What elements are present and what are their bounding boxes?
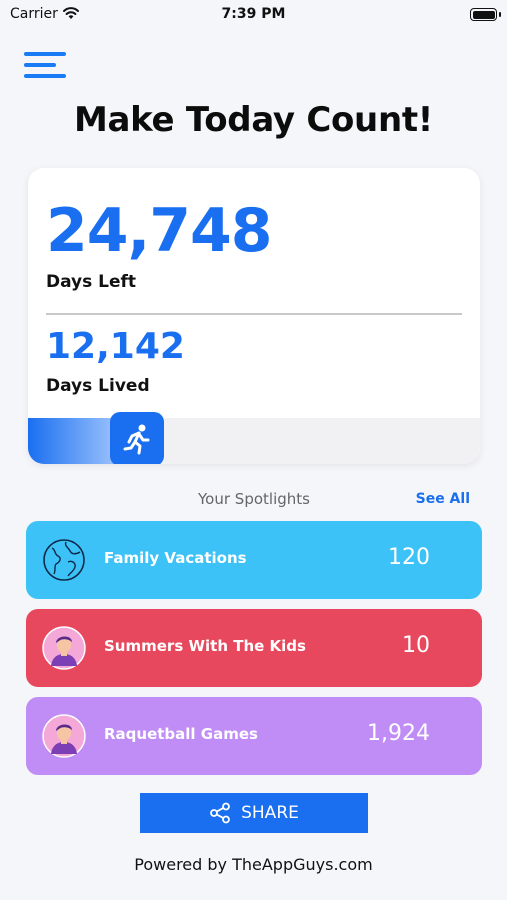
battery-cap [499, 12, 501, 17]
clock: 7:39 PM [221, 6, 286, 22]
life-progress-bar [28, 412, 480, 464]
divider [46, 313, 462, 315]
see-all-link[interactable]: See All [416, 491, 470, 507]
stats-card: 24,748 Days Left 12,142 Days Lived [28, 168, 480, 464]
spotlights-header: Your Spotlights See All [26, 490, 482, 512]
spotlight-count: 120 [388, 545, 430, 570]
spotlight-count: 10 [402, 633, 430, 658]
avatar-icon [42, 714, 86, 758]
days-left-label: Days Left [46, 272, 137, 292]
running-person-icon[interactable] [110, 412, 164, 464]
menu-line-icon [24, 52, 66, 56]
menu-line-icon [24, 74, 66, 78]
spotlight-name: Raquetball Games [104, 725, 258, 743]
share-button[interactable]: SHARE [140, 793, 368, 833]
days-lived-label: Days Lived [46, 376, 150, 396]
footer-credit: Powered by TheAppGuys.com [134, 855, 373, 874]
hamburger-menu-button[interactable] [24, 52, 68, 82]
spotlight-family-vacations[interactable]: Family Vacations 120 [26, 521, 482, 599]
avatar-icon [42, 626, 86, 670]
battery-icon [470, 8, 497, 21]
share-label: SHARE [241, 803, 299, 823]
spotlight-name: Family Vacations [104, 549, 247, 567]
menu-line-icon [24, 63, 56, 67]
days-left-value: 24,748 [46, 196, 273, 266]
days-lived-value: 12,142 [46, 326, 185, 367]
globe-icon [43, 539, 85, 581]
spotlight-summers-with-the-kids[interactable]: Summers With The Kids 10 [26, 609, 482, 687]
spotlights-title: Your Spotlights [198, 490, 310, 508]
spotlight-raquetball-games[interactable]: Raquetball Games 1,924 [26, 697, 482, 775]
status-bar: Carrier 7:39 PM [0, 0, 507, 30]
spotlight-name: Summers With The Kids [104, 637, 306, 655]
page-title: Make Today Count! [73, 100, 434, 140]
spotlight-count: 1,924 [367, 721, 430, 746]
share-icon [210, 802, 231, 824]
